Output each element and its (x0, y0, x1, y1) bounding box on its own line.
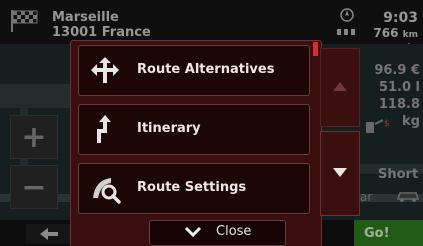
arrow-up-icon (333, 82, 347, 91)
route-settings-icon (93, 178, 121, 204)
close-button[interactable]: Close (149, 220, 286, 246)
route-settings-label: Route Settings (137, 180, 247, 195)
route-menu: Route Alternatives Itinerary Route Setti… (70, 40, 322, 246)
route-alternatives-icon (91, 57, 119, 83)
arrow-down-icon (333, 168, 347, 177)
scroll-up-button[interactable] (320, 48, 360, 127)
itinerary-label: Itinerary (137, 121, 201, 136)
itinerary-icon (97, 115, 111, 143)
scrollbar-thumb[interactable] (313, 42, 318, 56)
route-settings-button[interactable]: Route Settings (78, 163, 310, 214)
route-alternatives-label: Route Alternatives (137, 62, 275, 77)
itinerary-button[interactable]: Itinerary (78, 104, 310, 155)
route-alternatives-button[interactable]: Route Alternatives (78, 45, 310, 96)
scroll-down-button[interactable] (320, 131, 360, 216)
close-label: Close (216, 224, 252, 239)
navigation-screen: Marseille 13001 France 9:03 766 km --:--… (0, 0, 423, 246)
chevron-down-icon (184, 226, 202, 238)
